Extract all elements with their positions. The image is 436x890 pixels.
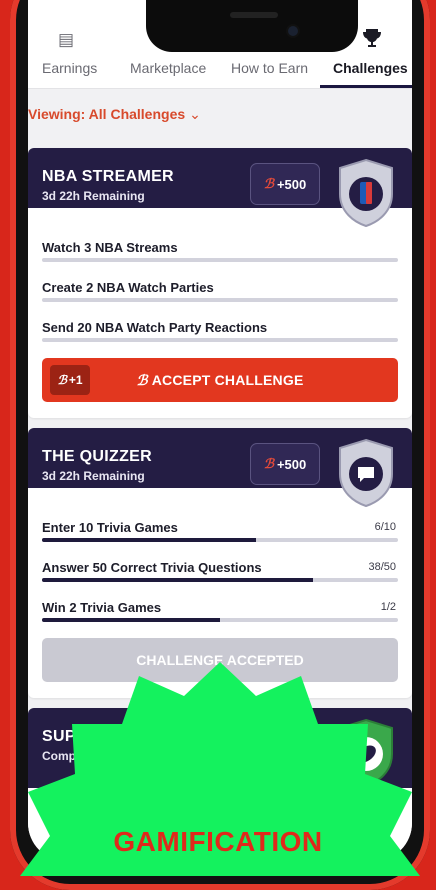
coin-icon: ℬ — [136, 372, 148, 388]
challenge-header: THE QUIZZER 3d 22h Remaining ℬ +500 — [28, 428, 412, 508]
tab-earnings[interactable]: Earnings — [42, 60, 97, 76]
reward-badge: ℬ +500 — [250, 443, 320, 485]
filter-label: Viewing: All Challenges — [28, 106, 186, 122]
task-count: 1/2 — [380, 601, 396, 613]
trophy-icon — [363, 28, 381, 54]
challenge-header: NBA STREAMER 3d 22h Remaining ℬ +500 — [28, 148, 412, 228]
challenge-time-remaining: 3d 22h Remaining — [42, 469, 145, 483]
challenge-title: NBA STREAMER — [42, 168, 174, 185]
tab-marketplace[interactable]: Marketplace — [130, 60, 206, 76]
task-label: Create 2 NBA Watch Parties — [42, 280, 214, 295]
task-label: Enter 10 Trivia Games — [42, 520, 178, 535]
task-count: 6/10 — [374, 521, 396, 533]
chat-bubble-shield-icon — [339, 438, 393, 508]
challenge-card: THE QUIZZER 3d 22h Remaining ℬ +500 Enter… — [28, 428, 412, 698]
chevron-down-icon: ⌄ — [189, 106, 201, 122]
challenge-time-remaining: 3d 22h Remaining — [42, 189, 145, 203]
task-progress-bar — [42, 578, 398, 582]
reward-badge: ℬ +500 — [250, 163, 320, 205]
phone-notch — [146, 0, 358, 52]
document-icon: ▤ — [58, 30, 75, 49]
accept-challenge-button[interactable]: ℬ +1 ℬ ACCEPT CHALLENGE — [42, 358, 398, 402]
task-progress-bar — [42, 338, 398, 342]
challenge-filter[interactable]: Viewing: All Challenges ⌄ — [28, 106, 201, 123]
task-label: Send 20 NBA Watch Party Reactions — [42, 320, 268, 335]
tab-how-to-earn[interactable]: How to Earn — [231, 60, 308, 76]
coin-icon: ℬ — [263, 176, 274, 191]
tab-challenges[interactable]: Challenges — [333, 60, 408, 76]
task-count: 38/50 — [368, 561, 396, 573]
active-tab-indicator — [320, 85, 412, 88]
task-label: Answer 50 Correct Trivia Questions — [42, 560, 262, 575]
coin-icon: ℬ — [263, 456, 274, 471]
challenge-card: NBA STREAMER 3d 22h Remaining ℬ +500 Watc… — [28, 148, 412, 418]
accept-label: ACCEPT CHALLENGE — [151, 372, 304, 388]
task-label: Watch 3 NBA Streams — [42, 240, 178, 255]
challenge-title: THE QUIZZER — [42, 448, 152, 465]
reward-amount: +500 — [276, 176, 307, 192]
gamification-label: GAMIFICATION — [113, 826, 323, 857]
task-progress-bar — [42, 618, 398, 622]
task-progress-bar — [42, 298, 398, 302]
task-progress-bar — [42, 538, 398, 542]
nba-shield-icon — [339, 158, 393, 228]
reward-amount: +500 — [276, 456, 307, 472]
task-label: Win 2 Trivia Games — [42, 600, 162, 615]
task-progress-bar — [42, 258, 398, 262]
